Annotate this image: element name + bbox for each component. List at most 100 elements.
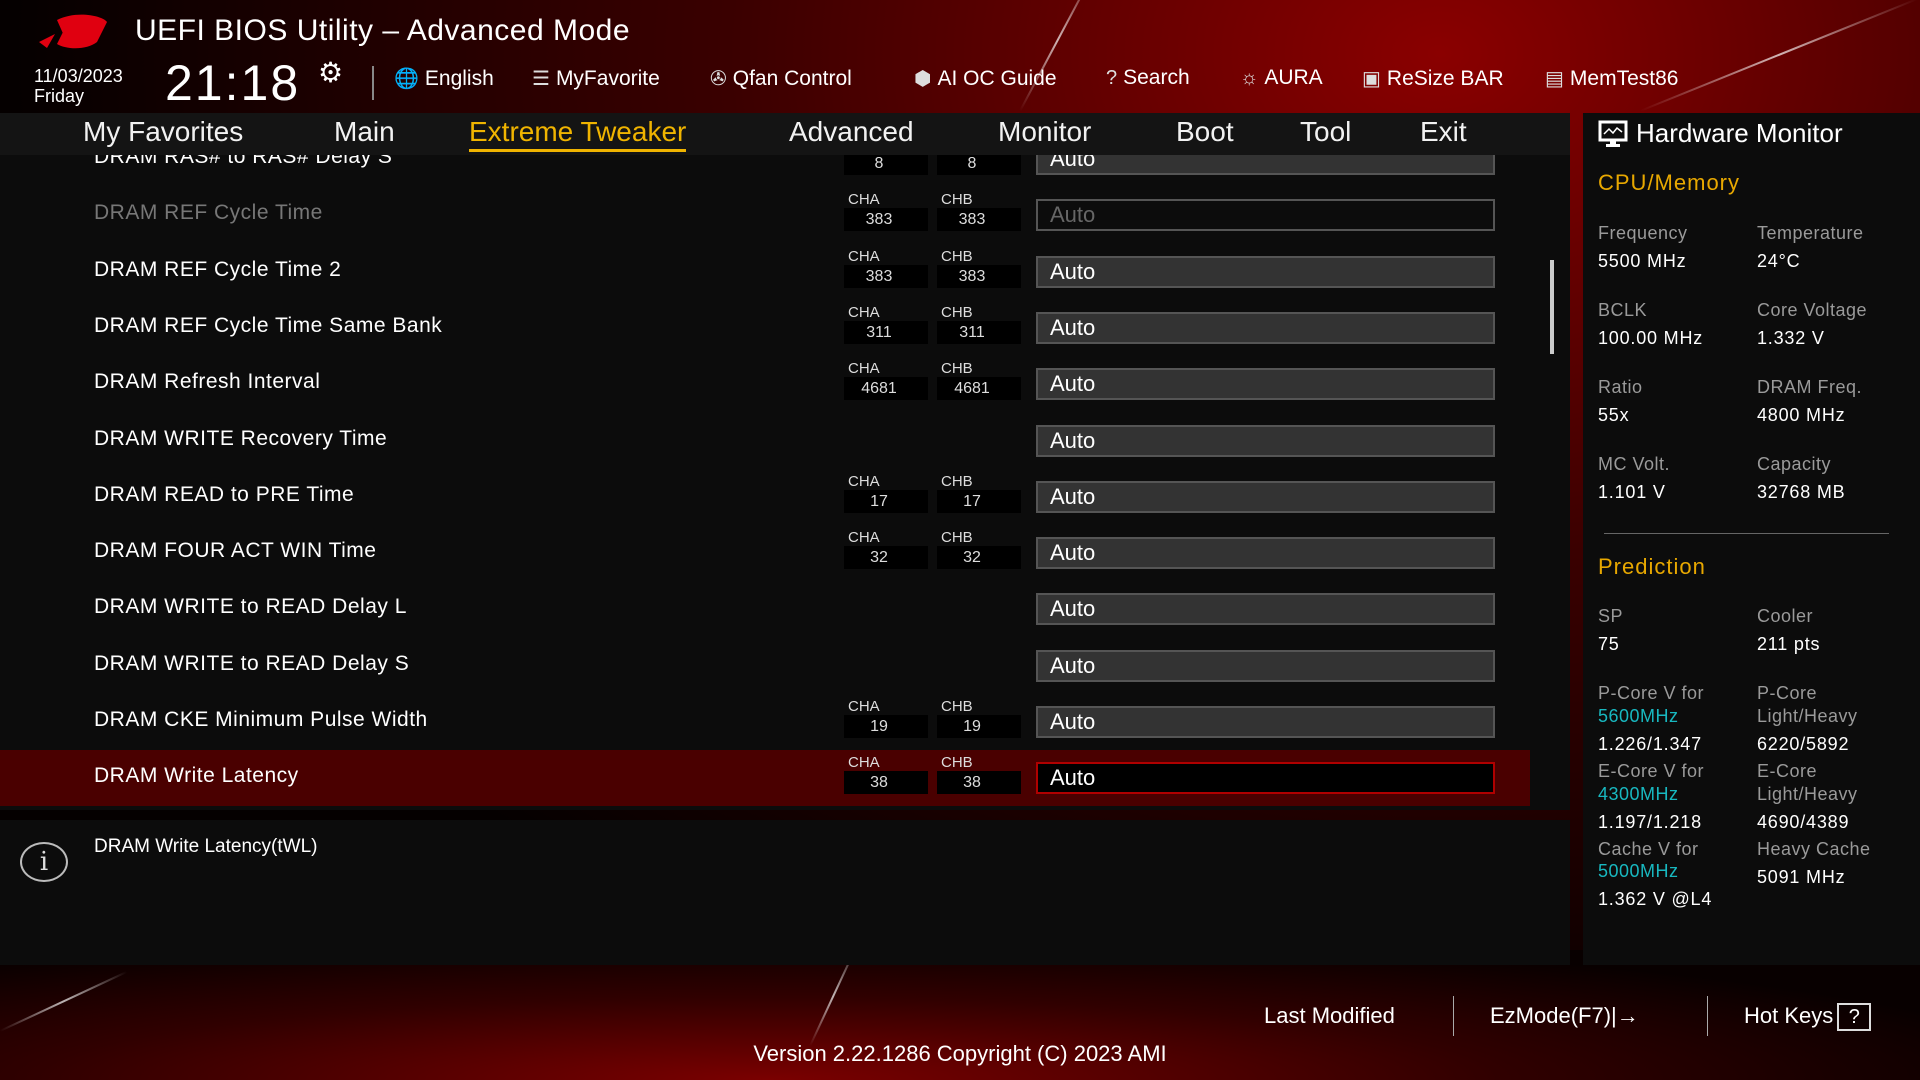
setting-value-field[interactable]: Auto: [1036, 762, 1495, 795]
toolbar-ai-oc-guide-button[interactable]: ⬢ AI OC Guide: [914, 66, 1057, 91]
setting-row-dram-ref-cycle-time-2[interactable]: DRAM REF Cycle Time 2 CHA 383 CHB 383 Auto: [0, 244, 1530, 300]
ratio-value: 55x: [1598, 405, 1630, 425]
gpu-card-icon: ▣: [1362, 68, 1381, 90]
tab-my-favorites[interactable]: My Favorites: [83, 116, 243, 148]
toolbar-resize-bar-button[interactable]: ▣ ReSize BAR: [1362, 66, 1504, 91]
app-title: UEFI BIOS Utility – Advanced Mode: [135, 14, 631, 47]
setting-label: DRAM FOUR ACT WIN Time: [94, 539, 377, 563]
tab-main[interactable]: Main: [334, 116, 395, 148]
cache-v-value: 1.362 V @L4: [1598, 889, 1713, 909]
channel-a-readout: CHA 19: [844, 698, 928, 738]
tab-tool[interactable]: Tool: [1300, 116, 1351, 148]
setting-row-dram-refresh-interval[interactable]: DRAM Refresh Interval CHA 4681 CHB 4681 Auto: [0, 356, 1530, 412]
divider: [372, 66, 374, 100]
setting-value-field[interactable]: Auto: [1036, 593, 1495, 626]
channel-a-label: CHA: [848, 360, 880, 378]
frequency-value: 5500 MHz: [1598, 251, 1687, 271]
tab-advanced[interactable]: Advanced: [789, 116, 914, 148]
channel-b-label: CHB: [941, 360, 973, 378]
toolbar-aura-button[interactable]: ☼ AURA: [1240, 66, 1323, 90]
channel-b-value: 17: [937, 489, 1021, 513]
toolbar-search-button[interactable]: ? Search: [1106, 66, 1190, 90]
setting-row-dram-ref-cycle-time-same-bank[interactable]: DRAM REF Cycle Time Same Bank CHA 311 CHB 3…: [0, 300, 1530, 356]
channel-a-readout: CHA8: [844, 155, 928, 175]
channel-b-label: CHB: [941, 529, 973, 547]
tab-extreme-tweaker[interactable]: Extreme Tweaker: [469, 116, 687, 152]
divider: [1604, 533, 1889, 534]
setting-row-dram-write-to-read-delay-l[interactable]: DRAM WRITE to READ Delay L Auto: [0, 581, 1530, 637]
setting-value-field[interactable]: Auto: [1036, 311, 1495, 344]
setting-label: DRAM RAS# to RAS# Delay S: [94, 155, 393, 168]
setting-row-dram-cke-minimum-pulse-width[interactable]: DRAM CKE Minimum Pulse Width CHA 19 CHB 19 A…: [0, 694, 1530, 750]
help-text: DRAM Write Latency(tWL): [94, 836, 318, 857]
scrollbar[interactable]: [1550, 260, 1554, 354]
channel-a-value: 383: [844, 208, 928, 232]
cpu-memory-heading: CPU/Memory: [1598, 170, 1741, 195]
hardware-monitor-title: Hardware Monitor: [1598, 118, 1843, 149]
cache-v-freq: 5000MHz: [1598, 861, 1679, 881]
setting-row-dram-write-recovery-time[interactable]: DRAM WRITE Recovery Time Auto: [0, 413, 1530, 469]
pcore-lh-label: P-Core: [1757, 683, 1818, 703]
channel-b-label: CHB: [941, 247, 973, 265]
bclk-label: BCLK: [1598, 300, 1648, 320]
settings-gear-icon[interactable]: ⚙: [318, 56, 343, 89]
setting-value-field[interactable]: Auto: [1036, 649, 1495, 682]
setting-label: DRAM REF Cycle Time 2: [94, 257, 342, 281]
cooler-label: Cooler: [1757, 606, 1814, 626]
capacity-label: Capacity: [1757, 454, 1832, 474]
toolbar-label: AI OC Guide: [937, 66, 1057, 90]
ezmode-button[interactable]: EzMode(F7)|→: [1490, 1003, 1639, 1029]
ecore-v-label: E-Core V for: [1598, 761, 1705, 781]
temperature-label: Temperature: [1757, 223, 1864, 243]
toolbar-label: Qfan Control: [732, 66, 852, 90]
channel-b-value: 311: [937, 320, 1021, 344]
channel-a-readout: CHA 4681: [844, 360, 928, 401]
favorite-list-icon: ☰: [532, 68, 550, 90]
setting-value-field: Auto: [1036, 199, 1495, 232]
dram-freq-label: DRAM Freq.: [1757, 377, 1863, 397]
setting-value-field[interactable]: Auto: [1036, 424, 1495, 457]
toolbar-label: ReSize BAR: [1386, 66, 1504, 90]
tab-boot[interactable]: Boot: [1176, 116, 1234, 148]
toolbar-label: MemTest86: [1569, 66, 1679, 90]
channel-b-readout: CHB 383: [937, 191, 1021, 232]
channel-a-value: 19: [844, 715, 928, 738]
cooler-value: 211 pts: [1757, 634, 1821, 654]
setting-value-field[interactable]: Auto: [1036, 368, 1495, 401]
toolbar-english-button[interactable]: 🌐 English: [394, 66, 494, 91]
tab-exit[interactable]: Exit: [1420, 116, 1467, 148]
hot-keys-button[interactable]: Hot Keys?: [1744, 1003, 1872, 1031]
setting-label: DRAM REF Cycle Time: [94, 201, 323, 225]
setting-row-dram-write-to-read-delay-s[interactable]: DRAM WRITE to READ Delay S Auto: [0, 638, 1530, 694]
tab-monitor[interactable]: Monitor: [998, 116, 1091, 148]
setting-value-field[interactable]: Auto: [1036, 255, 1495, 288]
setting-row-dram-four-act-win-time[interactable]: DRAM FOUR ACT WIN Time CHA 32 CHB 32 Auto: [0, 525, 1530, 581]
setting-value-field[interactable]: Auto: [1036, 480, 1495, 513]
toolbar-label: Search: [1123, 66, 1190, 89]
setting-label: DRAM REF Cycle Time Same Bank: [94, 313, 443, 337]
setting-label: DRAM CKE Minimum Pulse Width: [94, 708, 428, 731]
toolbar-qfan-control-button[interactable]: ✇ Qfan Control: [710, 66, 852, 91]
core-voltage-value: 1.332 V: [1757, 328, 1825, 348]
ecore-lh-label2: Light/Heavy: [1757, 784, 1858, 804]
setting-row-dram-ref-cycle-time[interactable]: DRAM REF Cycle Time CHA 383 CHB 383 Auto: [0, 187, 1530, 243]
heavy-cache-value: 5091 MHz: [1757, 867, 1846, 887]
setting-row-dram-ras-to-ras-delay-s[interactable]: DRAM RAS# to RAS# Delay S CHA8 CHB8 Auto: [0, 155, 1530, 187]
setting-value-field[interactable]: Auto: [1036, 537, 1495, 570]
channel-b-label: CHB: [941, 191, 973, 209]
setting-value-field[interactable]: Auto: [1036, 706, 1495, 738]
setting-row-dram-read-to-pre-time[interactable]: DRAM READ to PRE Time CHA 17 CHB 17 Auto: [0, 469, 1530, 525]
last-modified-button[interactable]: Last Modified: [1264, 1003, 1395, 1029]
channel-a-value: 311: [844, 320, 928, 344]
setting-row-dram-write-latency[interactable]: DRAM Write Latency CHA 38 CHB 38 Auto: [0, 750, 1530, 807]
toolbar-memtest86-button[interactable]: ▤ MemTest86: [1545, 66, 1678, 91]
setting-value-field[interactable]: Auto: [1036, 155, 1495, 175]
channel-b-readout: CHB 4681: [937, 360, 1021, 401]
channel-a-readout: CHA 383: [844, 191, 928, 232]
channel-a-readout: CHA 32: [844, 529, 928, 570]
date: 11/03/2023: [34, 66, 123, 86]
channel-b-readout: CHB 311: [937, 304, 1021, 344]
toolbar-myfavorite-button[interactable]: ☰ MyFavorite: [532, 66, 660, 91]
mc-volt-label: MC Volt.: [1598, 454, 1671, 474]
channel-b-readout: CHB8: [937, 155, 1021, 175]
